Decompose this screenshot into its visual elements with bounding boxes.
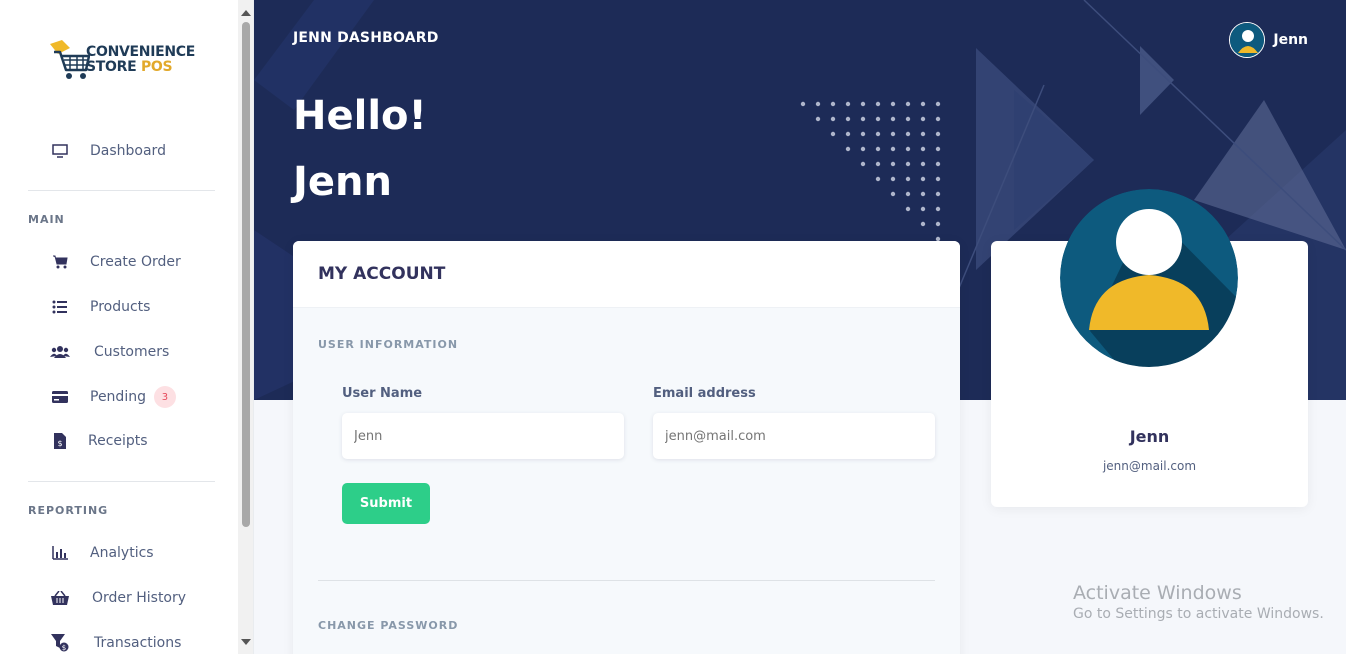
profile-email: jenn@mail.com — [1102, 459, 1197, 473]
brand-logo[interactable]: CONVENIENCE STORE POS — [48, 38, 195, 82]
divider — [28, 190, 215, 191]
sidebar-item-label: Analytics — [90, 545, 154, 561]
profile-avatar — [1060, 189, 1238, 367]
svg-text:$: $ — [62, 644, 66, 652]
change-password-heading: CHANGE PASSWORD — [318, 619, 459, 632]
sidebar-item-transactions[interactable]: $ Transactions — [50, 631, 181, 654]
sidebar-item-label: Dashboard — [90, 143, 166, 159]
divider — [318, 580, 935, 581]
funnel-dollar-icon: $ — [50, 633, 70, 653]
brand-pos: POS — [140, 59, 173, 75]
nav-heading-reporting: REPORTING — [28, 504, 109, 517]
sidebar: CONVENIENCE STORE POS Dashboard MAIN Cre… — [0, 0, 254, 654]
sidebar-item-label: Customers — [94, 344, 170, 360]
sidebar-scrollbar[interactable] — [238, 0, 253, 654]
avatar — [1229, 22, 1266, 58]
watermark-subtitle: Go to Settings to activate Windows. — [1073, 606, 1324, 622]
brand-store: STORE — [86, 59, 137, 75]
profile-name: Jenn — [1129, 427, 1170, 446]
user-information-heading: USER INFORMATION — [318, 338, 459, 351]
sidebar-item-create-order[interactable]: Create Order — [50, 250, 181, 274]
users-icon — [50, 342, 70, 362]
my-account-card: MY ACCOUNT USER INFORMATION User Name Em… — [293, 241, 960, 654]
cart-logo-icon — [48, 38, 91, 82]
scroll-up-arrow-icon[interactable] — [241, 10, 251, 16]
brand-line2: STORE POS — [86, 60, 195, 75]
greeting-name: Jenn — [293, 159, 392, 205]
bar-chart-icon — [50, 543, 70, 563]
sidebar-item-analytics[interactable]: Analytics — [50, 541, 154, 565]
basket-icon — [50, 588, 70, 608]
sidebar-item-label: Products — [90, 299, 151, 315]
brand-text: CONVENIENCE STORE POS — [86, 45, 195, 75]
brand-line1: CONVENIENCE — [86, 44, 196, 60]
divider — [28, 481, 215, 482]
sidebar-item-label: Order History — [92, 590, 187, 606]
nav-heading-main: MAIN — [28, 213, 65, 226]
sidebar-item-products[interactable]: Products — [50, 295, 150, 319]
sidebar-item-label: Create Order — [90, 254, 181, 270]
email-label: Email address — [653, 386, 756, 401]
scroll-thumb[interactable] — [242, 22, 250, 527]
list-icon — [50, 297, 70, 317]
monitor-icon — [50, 141, 70, 161]
sidebar-item-pending[interactable]: Pending 3 — [50, 385, 176, 409]
email-input[interactable] — [653, 413, 935, 459]
sidebar-item-receipts[interactable]: $ Receipts — [50, 429, 148, 453]
svg-text:$: $ — [57, 439, 62, 448]
watermark-title: Activate Windows — [1073, 582, 1242, 604]
credit-card-icon — [50, 387, 70, 407]
windows-activation-watermark: Activate Windows Go to Settings to activ… — [1073, 582, 1324, 622]
greeting: Hello! — [293, 93, 427, 139]
card-title: MY ACCOUNT — [293, 241, 960, 308]
sidebar-item-label: Pending — [90, 389, 146, 405]
sidebar-item-label: Transactions — [94, 635, 182, 651]
username-label: User Name — [342, 386, 423, 401]
user-name: Jenn — [1273, 32, 1308, 48]
scroll-down-arrow-icon[interactable] — [241, 639, 251, 645]
submit-button[interactable]: Submit — [342, 483, 430, 524]
user-menu[interactable]: Jenn — [1229, 22, 1308, 58]
username-input[interactable] — [342, 413, 624, 459]
sidebar-item-label: Receipts — [88, 433, 148, 449]
sidebar-item-order-history[interactable]: Order History — [50, 586, 186, 610]
sidebar-item-dashboard[interactable]: Dashboard — [50, 139, 166, 163]
dashboard-title: JENN DASHBOARD — [293, 30, 439, 46]
receipt-icon: $ — [50, 431, 70, 451]
pending-count-badge: 3 — [153, 386, 176, 408]
sidebar-item-customers[interactable]: Customers — [50, 340, 169, 364]
cart-icon — [50, 252, 70, 272]
